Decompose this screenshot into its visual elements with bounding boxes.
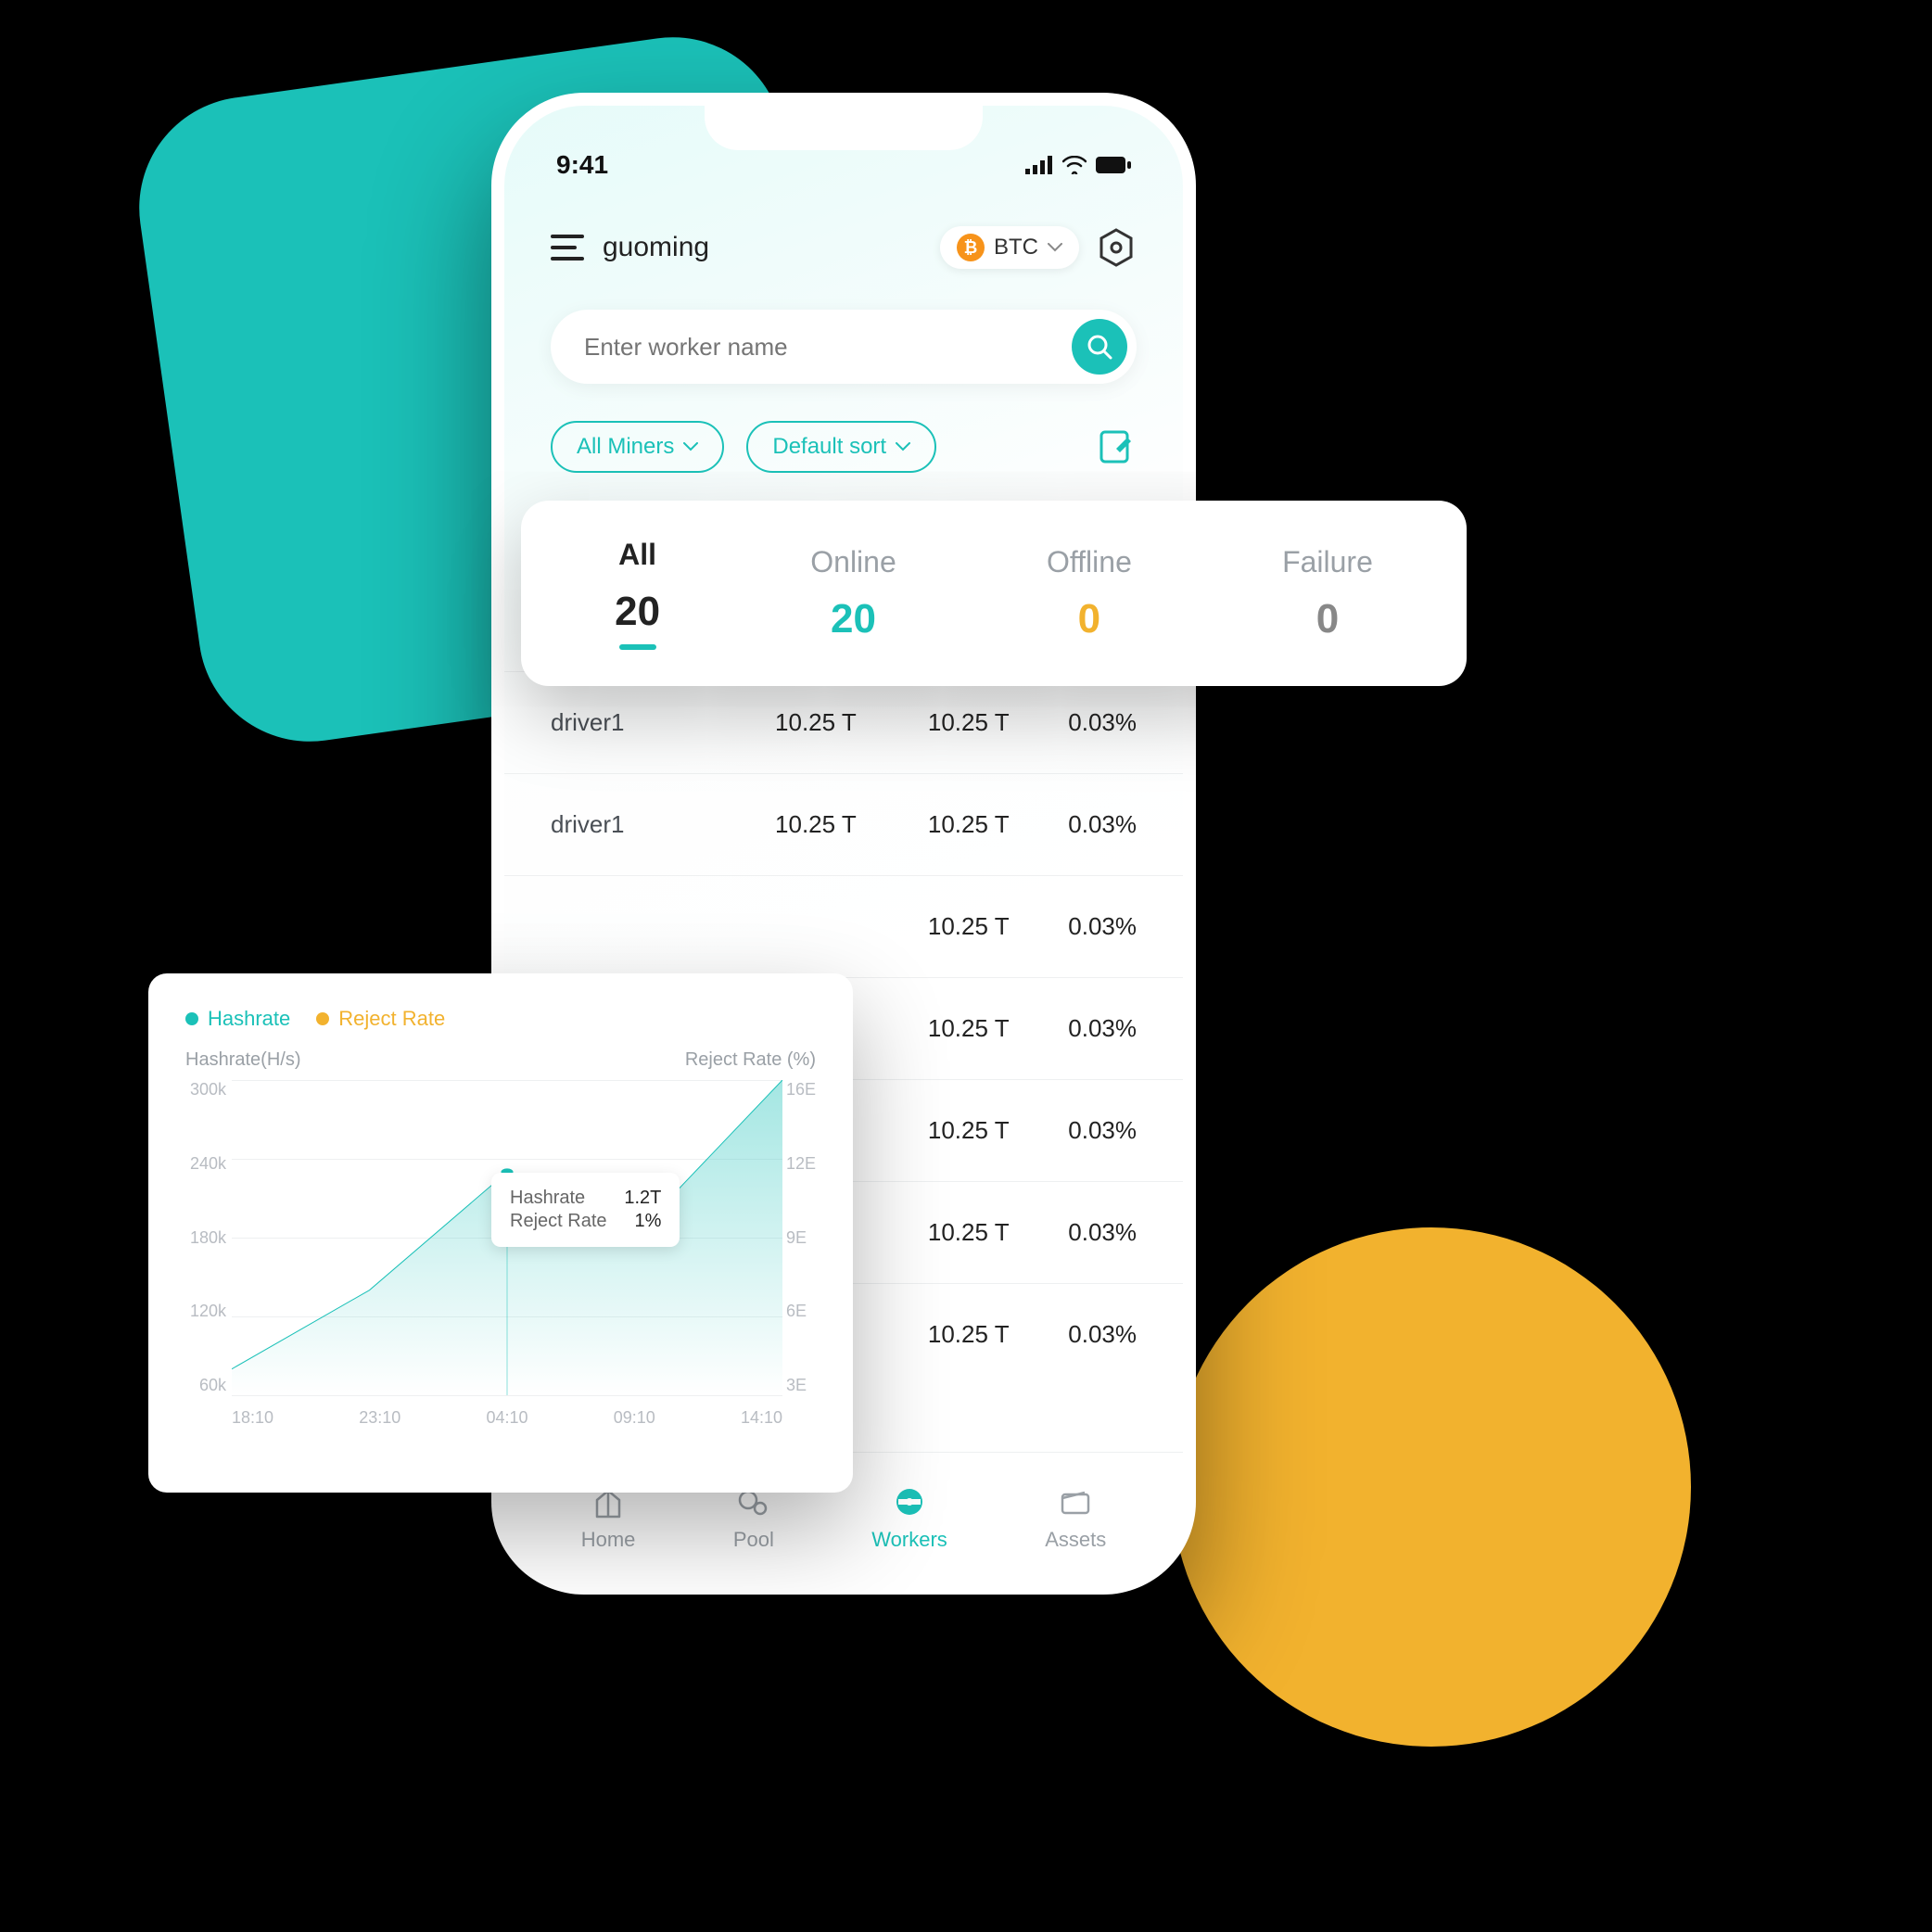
- search-input[interactable]: [584, 333, 1072, 362]
- table-row[interactable]: driver110.25 T10.25 T0.03%: [504, 773, 1183, 875]
- menu-icon[interactable]: [551, 235, 584, 261]
- coin-label: BTC: [994, 235, 1038, 261]
- filter-sort[interactable]: Default sort: [746, 421, 936, 473]
- assets-icon: [1057, 1483, 1094, 1520]
- table-row[interactable]: 10.25 T0.03%: [504, 875, 1183, 977]
- nav-assets[interactable]: Assets: [1045, 1483, 1106, 1552]
- nav-home[interactable]: Home: [581, 1483, 636, 1552]
- search-button[interactable]: [1072, 319, 1127, 375]
- chart-tooltip: Hashrate1.2T Reject Rate1%: [491, 1173, 680, 1247]
- stat-failure[interactable]: Failure0: [1282, 545, 1373, 642]
- nav-workers[interactable]: Workers: [871, 1483, 947, 1552]
- search-icon: [1086, 333, 1113, 361]
- stats-summary-card: All20 Online20 Offline0 Failure0: [521, 501, 1467, 686]
- y-left-title: Hashrate(H/s): [185, 1049, 300, 1071]
- table-row[interactable]: driver110.25 T10.25 T0.03%: [504, 671, 1183, 773]
- filter-sort-label: Default sort: [772, 434, 886, 460]
- settings-button[interactable]: [1096, 227, 1137, 268]
- chevron-down-icon: [1048, 243, 1062, 252]
- legend-hashrate: Hashrate: [185, 1007, 290, 1031]
- status-time: 9:41: [556, 150, 608, 180]
- coin-selector[interactable]: ₿ BTC: [940, 226, 1079, 269]
- workers-icon: [891, 1483, 928, 1520]
- edit-filters-button[interactable]: [1096, 426, 1137, 467]
- search-bar: [551, 310, 1137, 384]
- chevron-down-icon: [896, 442, 910, 451]
- bitcoin-icon: ₿: [957, 234, 985, 261]
- stat-all[interactable]: All20: [615, 538, 660, 650]
- battery-icon: [1096, 157, 1131, 173]
- y-right-title: Reject Rate (%): [685, 1049, 816, 1071]
- filter-miners-label: All Miners: [577, 434, 674, 460]
- cellular-icon: [1025, 156, 1053, 174]
- legend-reject: Reject Rate: [316, 1007, 445, 1031]
- status-bar: 9:41: [504, 143, 1183, 187]
- stat-offline[interactable]: Offline0: [1047, 545, 1132, 642]
- decorative-blob-yellow: [1172, 1227, 1691, 1747]
- filter-miners[interactable]: All Miners: [551, 421, 724, 473]
- chevron-down-icon: [683, 442, 698, 451]
- stat-online[interactable]: Online20: [810, 545, 896, 642]
- chart-card: Hashrate Reject Rate Hashrate(H/s) Rejec…: [148, 973, 853, 1493]
- nav-pool[interactable]: Pool: [733, 1483, 774, 1552]
- username-label: guoming: [603, 232, 709, 263]
- wifi-icon: [1062, 156, 1087, 174]
